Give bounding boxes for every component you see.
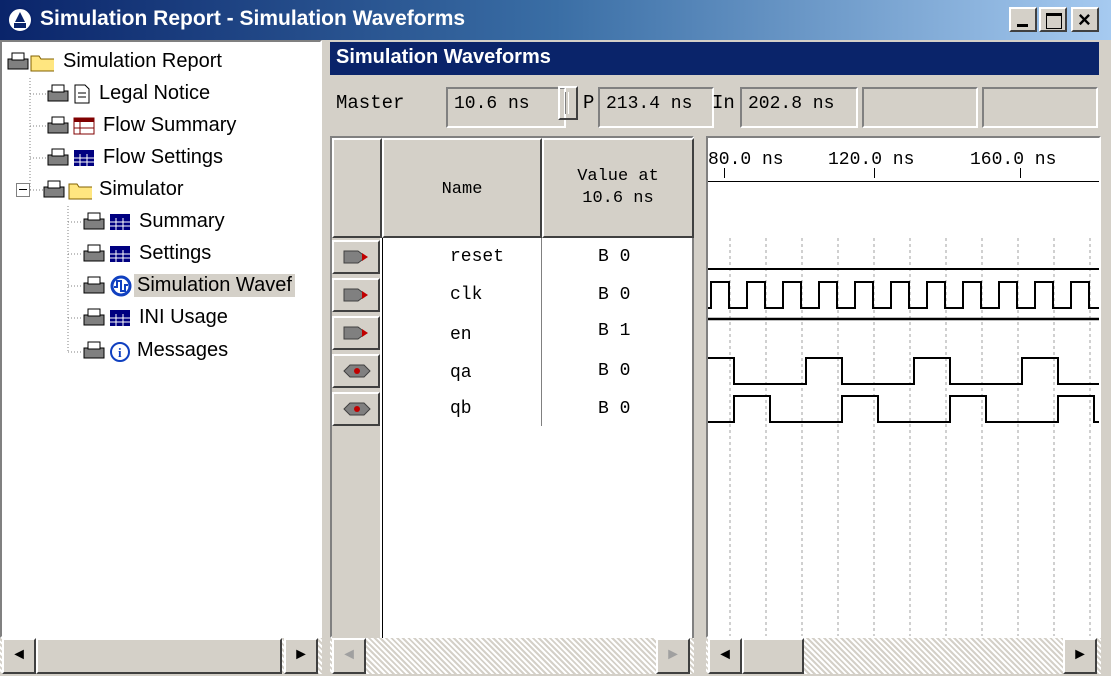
printer-icon [43, 180, 65, 198]
input-pin-icon [332, 240, 380, 274]
table-icon [110, 310, 130, 326]
signal-row-qa[interactable]: qa B 0 [332, 354, 696, 392]
maximize-button[interactable] [1039, 7, 1067, 32]
extra-field-1[interactable] [862, 87, 978, 128]
app-icon [7, 7, 33, 33]
output-pin-icon [332, 354, 380, 388]
pointer-time-field[interactable]: 213.4 ns [598, 87, 714, 128]
maximize-icon [1046, 13, 1062, 29]
close-button[interactable]: × [1071, 7, 1099, 32]
splitter-handle[interactable] [558, 86, 578, 120]
title-bar[interactable]: Simulation Report - Simulation Waveforms… [0, 0, 1111, 40]
panel-title: Simulation Waveforms [330, 42, 1099, 75]
master-time-field[interactable]: 10.6 ns [446, 87, 566, 128]
extra-field-2[interactable] [982, 87, 1098, 128]
grid-horizontal-scrollbar[interactable]: ◄ ► [330, 638, 694, 674]
waveform-horizontal-scrollbar[interactable]: ◄ ► [706, 638, 1101, 674]
icon-column-header [332, 138, 382, 238]
printer-icon [7, 52, 29, 70]
close-icon: × [1078, 7, 1091, 32]
report-tree[interactable]: Simulation Report Legal Notice Flow Summ… [0, 40, 322, 638]
scroll-thumb[interactable] [742, 638, 804, 674]
table-icon [73, 117, 95, 135]
printer-icon [83, 212, 105, 230]
printer-icon [47, 84, 69, 102]
minus-icon [19, 189, 27, 190]
output-pin-icon [332, 392, 380, 426]
table-icon [74, 150, 94, 166]
table-icon [110, 214, 130, 230]
scroll-left-button[interactable]: ◄ [708, 638, 742, 674]
name-column-header[interactable]: Name [382, 138, 542, 238]
signal-row-en[interactable]: en B 1 [332, 316, 696, 354]
collapse-toggle[interactable] [16, 183, 30, 197]
master-label: Master [336, 92, 405, 114]
waveform-traces [708, 238, 1099, 636]
printer-icon [47, 148, 69, 166]
scroll-left-button[interactable]: ◄ [332, 638, 366, 674]
svg-text:i: i [118, 345, 122, 360]
interval-label: In [712, 92, 735, 114]
info-icon: i [110, 342, 130, 362]
input-pin-icon [332, 278, 380, 312]
waveform-viewer[interactable]: 80.0 ns 120.0 ns 160.0 ns [706, 136, 1101, 638]
input-pin-icon [332, 316, 380, 350]
waveform-icon [110, 275, 132, 297]
printer-icon [83, 341, 105, 359]
pointer-label: P [583, 92, 595, 114]
signal-row-qb[interactable]: qb B 0 [332, 392, 696, 430]
printer-icon [83, 276, 105, 294]
scroll-right-button[interactable]: ► [656, 638, 690, 674]
interval-time-field[interactable]: 202.8 ns [740, 87, 858, 128]
scroll-right-button[interactable]: ► [284, 638, 318, 674]
folder-icon [68, 183, 92, 200]
scroll-thumb[interactable] [36, 638, 282, 674]
window-title: Simulation Report - Simulation Waveforms [40, 7, 466, 30]
value-column-header[interactable]: Value at 10.6 ns [542, 138, 694, 238]
folder-icon [30, 55, 54, 72]
signal-row-reset[interactable]: reset B 0 [332, 240, 696, 278]
tree-horizontal-scrollbar[interactable]: ◄ ► [0, 638, 322, 674]
printer-icon [83, 244, 105, 262]
signal-grid[interactable]: Name Value at 10.6 ns reset B 0 clk B 0 … [330, 136, 694, 638]
printer-icon [83, 308, 105, 326]
signal-row-clk[interactable]: clk B 0 [332, 278, 696, 316]
printer-icon [47, 116, 69, 134]
minimize-button[interactable] [1009, 7, 1037, 32]
scroll-left-button[interactable]: ◄ [2, 638, 36, 674]
scroll-right-button[interactable]: ► [1063, 638, 1097, 674]
document-icon [74, 84, 90, 104]
minimize-icon [1017, 24, 1028, 27]
table-icon [110, 246, 130, 262]
